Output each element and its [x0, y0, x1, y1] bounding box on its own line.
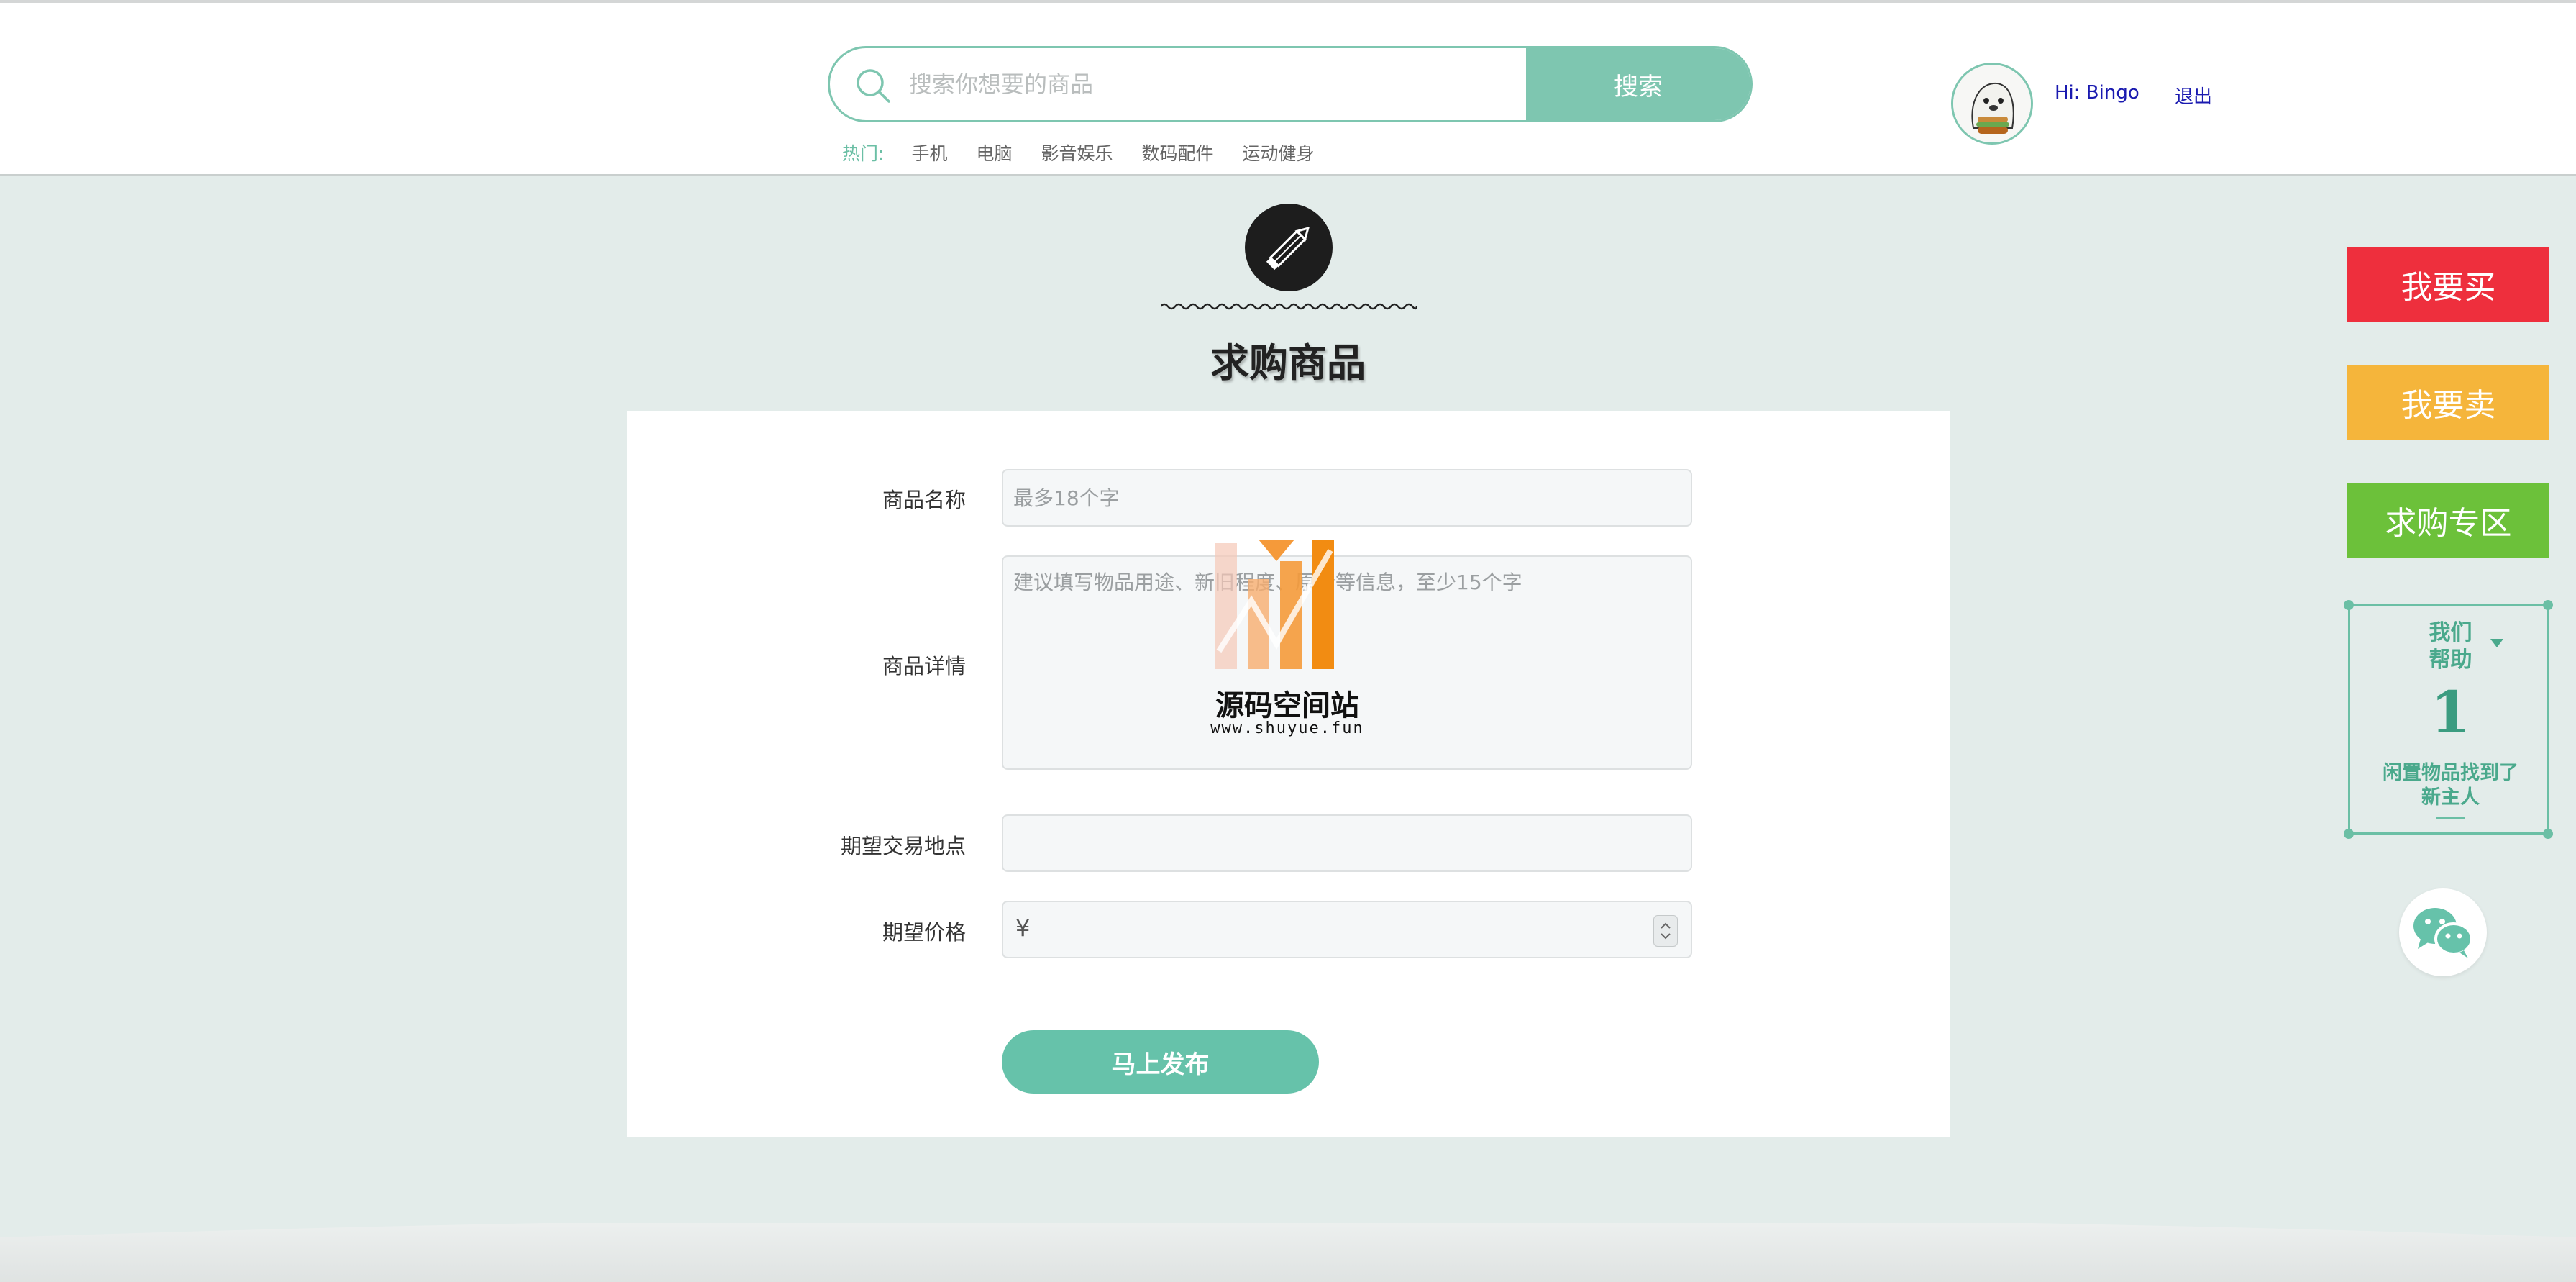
wechat-button[interactable] [2399, 888, 2487, 976]
header: 搜索 热门: 手机 电脑 影音娱乐 数码配件 运动健身 Hi: Bingo 退出 [0, 3, 2576, 176]
helped-underline [2436, 817, 2465, 819]
publish-button[interactable]: 马上发布 [1002, 1030, 1319, 1094]
hot-item-accessories[interactable]: 数码配件 [1141, 140, 1213, 165]
watermark-url: www.shuyue.fun [1210, 719, 1364, 737]
expected-price-input[interactable] [1002, 901, 1692, 958]
title-divider [1161, 303, 1417, 310]
helped-count: 1 [2430, 678, 2471, 746]
search-button[interactable]: 搜索 [1526, 48, 1750, 120]
card-corner-dot [2543, 600, 2553, 610]
stepper-arrows-icon [1661, 922, 1671, 940]
user-greeting: Hi: Bingo [2055, 82, 2139, 104]
wechat-icon [2413, 908, 2473, 958]
avatar[interactable] [1951, 63, 2033, 145]
logout-link[interactable]: 退出 [2175, 82, 2212, 109]
helped-text-line2: 新主人 [2421, 786, 2480, 809]
price-stepper[interactable] [1653, 915, 1678, 947]
i-want-to-sell-button[interactable]: 我要卖 [2347, 365, 2549, 440]
hot-item-phone[interactable]: 手机 [911, 140, 947, 165]
product-name-input[interactable] [1002, 469, 1692, 527]
page-title: 求购商品 [1210, 340, 1366, 386]
hot-label: 热门: [842, 143, 885, 164]
currency-symbol: ¥ [1015, 914, 1031, 942]
card-corner-dot [2344, 600, 2354, 610]
search-bar: 搜索 [828, 46, 1753, 122]
product-detail-textarea[interactable] [1002, 555, 1692, 770]
search-input[interactable] [909, 48, 1599, 120]
card-corner-dot [2344, 829, 2354, 839]
trade-location-input[interactable] [1002, 814, 1692, 872]
helped-text: 闲置物品找到了 新主人 [2350, 761, 2551, 810]
hot-searches: 热门: 手机 电脑 影音娱乐 数码配件 运动健身 [842, 140, 1343, 165]
trade-location-label: 期望交易地点 [840, 834, 966, 858]
wanted-zone-button[interactable]: 求购专区 [2347, 483, 2549, 558]
helped-counter-card: 我们 帮助 1 闲置物品找到了 新主人 [2344, 600, 2553, 839]
hot-item-sports[interactable]: 运动健身 [1243, 140, 1315, 165]
card-corner-dot [2543, 829, 2553, 839]
search-icon [857, 69, 890, 103]
footer-curve [0, 1223, 2576, 1282]
helped-heading-line1: 我们 [2429, 620, 2472, 645]
product-detail-label: 商品详情 [882, 654, 966, 678]
i-want-to-buy-button[interactable]: 我要买 [2347, 247, 2549, 322]
caret-down-icon [2490, 639, 2503, 647]
pencil-icon [1245, 204, 1333, 291]
helped-heading: 我们 帮助 [2350, 619, 2551, 674]
avatar-image [1953, 65, 2031, 142]
hot-item-entertainment[interactable]: 影音娱乐 [1041, 140, 1113, 165]
expected-price-label: 期望价格 [882, 920, 966, 945]
helped-heading-line2: 帮助 [2429, 647, 2472, 673]
watermark-title: 源码空间站 [1215, 689, 1359, 722]
helped-text-line1: 闲置物品找到了 [2383, 762, 2518, 784]
hot-item-computer[interactable]: 电脑 [976, 140, 1012, 165]
product-name-label: 商品名称 [882, 488, 966, 512]
